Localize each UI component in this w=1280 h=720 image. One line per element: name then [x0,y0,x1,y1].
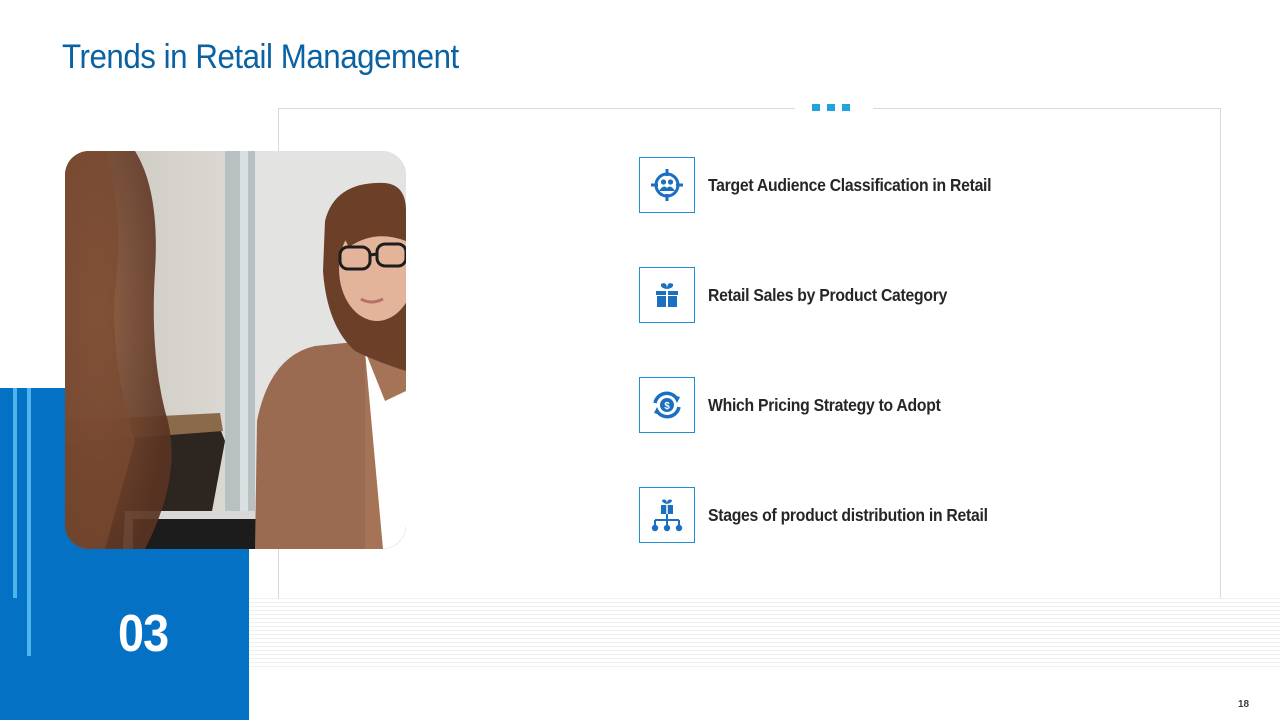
dot [842,104,850,111]
svg-text:$: $ [664,401,670,412]
audience-target-icon [639,157,695,213]
slide-title: Trends in Retail Management [62,38,459,76]
item-label: Which Pricing Strategy to Adopt [708,394,941,415]
dot [812,104,820,111]
list-item: $ Which Pricing Strategy to Adopt [639,376,966,434]
list-item: Target Audience Classification in Retail [639,156,1023,214]
dot [827,104,835,111]
item-label: Target Audience Classification in Retail [708,174,992,195]
striped-band [249,598,1280,670]
photo-woman-meeting [65,151,406,549]
item-label: Stages of product distribution in Retail [708,504,988,525]
accent-line [27,388,31,656]
distribution-hierarchy-icon [639,487,695,543]
dollar-cycle-icon: $ [639,377,695,433]
accent-line [13,388,17,598]
section-number: 03 [118,605,169,663]
gift-box-icon [639,267,695,323]
list-item: Stages of product distribution in Retail [639,486,1019,544]
list-item: Retail Sales by Product Category [639,266,974,324]
slide: Trends in Retail Management 03 Target Au… [0,0,1280,720]
decorative-dots [812,104,850,111]
page-number: 18 [1238,699,1250,710]
item-label: Retail Sales by Product Category [708,284,948,305]
